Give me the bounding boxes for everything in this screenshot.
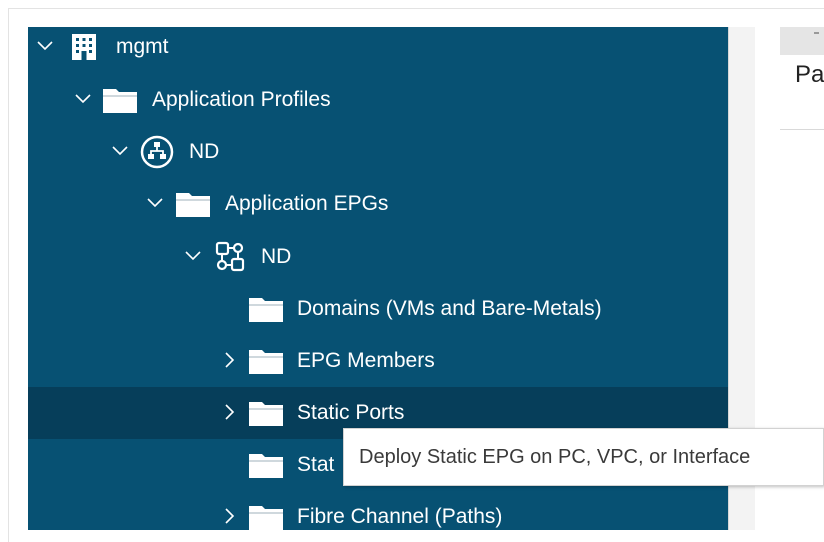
chevron-down-icon[interactable] [110, 141, 130, 161]
tree-node-label: ND [261, 245, 292, 268]
folder-icon [102, 85, 138, 115]
tooltip: Deploy Static EPG on PC, VPC, or Interfa… [343, 428, 824, 486]
folder-icon [248, 502, 284, 530]
building-icon [66, 32, 102, 62]
folder-icon [248, 346, 284, 376]
tree-node-mgmt[interactable]: mgmt [28, 27, 728, 73]
right-pane-title-partial: Pa [795, 61, 824, 88]
tree-node-label: ND [189, 140, 220, 163]
tree-node-application-epgs[interactable]: Application EPGs [28, 178, 728, 230]
application-profile-icon [139, 135, 175, 169]
tree-node-label: Application EPGs [225, 192, 389, 215]
tree-node-label: mgmt [116, 35, 169, 58]
folder-icon [248, 450, 284, 480]
chevron-right-icon[interactable] [220, 506, 240, 526]
tree-node-label: Application Profiles [152, 88, 331, 111]
chevron-down-icon[interactable] [35, 36, 55, 56]
chevron-down-icon[interactable] [73, 89, 93, 109]
tree-node-label: EPG Members [297, 349, 435, 372]
right-pane-divider [780, 129, 824, 130]
tree-node-label: Fibre Channel (Paths) [297, 505, 503, 528]
chevron-right-icon[interactable] [220, 402, 240, 422]
tree-node-label: Stat [297, 453, 335, 476]
tree-node-application-profiles[interactable]: Application Profiles [28, 74, 728, 126]
right-pane-tick [814, 32, 819, 34]
tree-node-nd-profile[interactable]: ND [28, 126, 728, 178]
epg-icon [212, 241, 248, 272]
chevron-down-icon[interactable] [145, 193, 165, 213]
tree-node-fibre-channel[interactable]: Fibre Channel (Paths) [28, 491, 728, 530]
tree-node-nd-epg[interactable]: ND [28, 231, 728, 283]
tree-node-domains[interactable]: Domains (VMs and Bare-Metals) [28, 283, 728, 335]
tree-node-label: Domains (VMs and Bare-Metals) [297, 297, 602, 320]
folder-icon [248, 294, 284, 324]
chevron-down-icon[interactable] [183, 246, 203, 266]
folder-icon [248, 398, 284, 428]
folder-icon [175, 189, 211, 219]
tree-node-epg-members[interactable]: EPG Members [28, 335, 728, 387]
chevron-right-icon[interactable] [220, 350, 240, 370]
tree-node-label: Static Ports [297, 401, 405, 424]
